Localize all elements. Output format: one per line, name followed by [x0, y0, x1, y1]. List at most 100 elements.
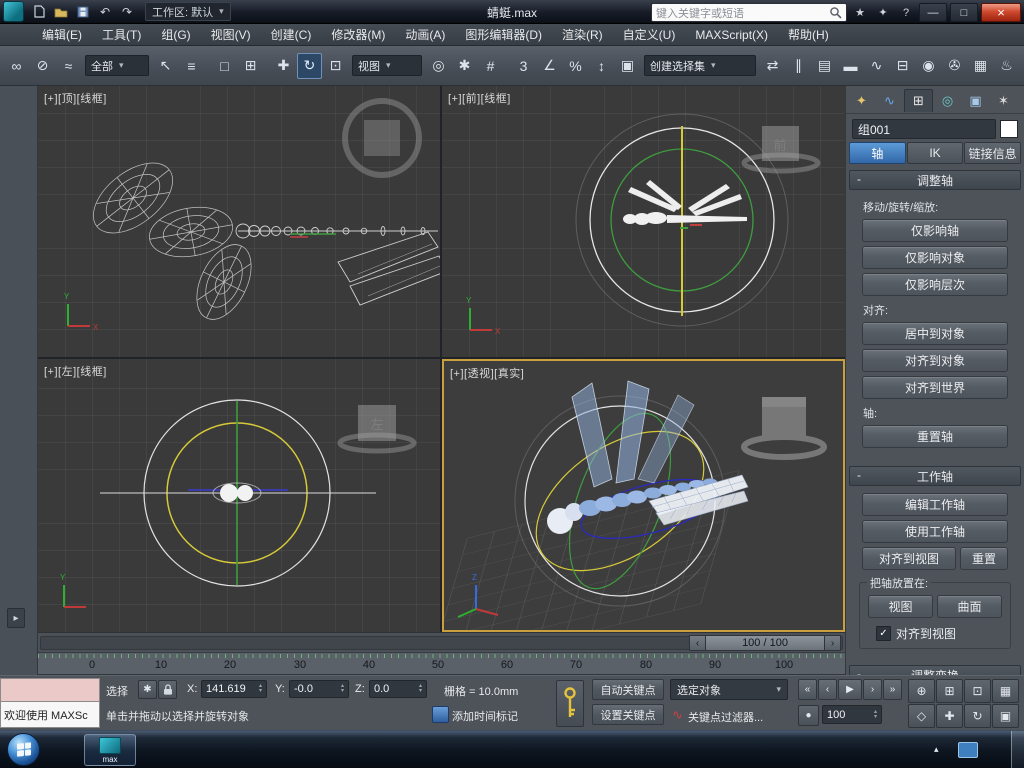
orbit-icon[interactable]: ↻: [964, 704, 991, 728]
affect-pivot-only-button[interactable]: 仅影响轴: [862, 219, 1008, 242]
edit-selection-sets-button[interactable]: ▣: [615, 53, 640, 79]
previous-frame-arrow[interactable]: ‹: [689, 635, 706, 651]
ik-subtab[interactable]: IK: [907, 142, 964, 164]
align-to-view-button[interactable]: 对齐到视图: [862, 547, 956, 570]
next-frame-button[interactable]: ›: [863, 679, 882, 700]
tray-display-icon[interactable]: [958, 742, 978, 758]
zoom-extents-icon[interactable]: ⊡: [964, 679, 991, 703]
mirror-button[interactable]: ⇄: [760, 53, 785, 79]
workspace-dropdown[interactable]: 工作区: 默认 ▾: [145, 2, 231, 21]
object-name-field[interactable]: 组001: [852, 119, 996, 139]
redo-button[interactable]: ↷: [117, 3, 137, 21]
link-info-subtab[interactable]: 链接信息: [964, 142, 1021, 164]
modify-tab[interactable]: ∿: [876, 90, 903, 112]
menu-group[interactable]: 组(G): [151, 24, 200, 46]
motion-tab[interactable]: ◎: [934, 90, 961, 112]
z-coordinate-field[interactable]: 0.0 ▴▾: [369, 680, 427, 698]
taskbar-3dsmax-button[interactable]: max: [84, 734, 136, 766]
expand-panel-button[interactable]: ▸: [7, 608, 25, 628]
viewport-left[interactable]: [+][左][线框] 左 Y: [38, 359, 440, 632]
align-to-object-button[interactable]: 对齐到对象: [862, 349, 1008, 372]
add-time-tag[interactable]: 添加时间标记: [452, 708, 518, 724]
go-to-end-button[interactable]: »: [883, 679, 902, 700]
menu-modifiers[interactable]: 修改器(M): [321, 24, 395, 46]
viewport-left-label[interactable]: [+][左][线框]: [44, 363, 107, 379]
viewcube[interactable]: [364, 120, 400, 156]
curve-editor-button[interactable]: ∿: [864, 53, 889, 79]
menu-edit[interactable]: 编辑(E): [32, 24, 92, 46]
utilities-tab[interactable]: ✶: [990, 90, 1017, 112]
maxscript-mini-listener[interactable]: 欢迎使用 MAXSc: [0, 702, 100, 728]
time-slider[interactable]: ‹ 100 / 100 ›: [38, 632, 845, 653]
select-and-scale-button[interactable]: ⊡: [323, 53, 348, 79]
schematic-view-button[interactable]: ⊟: [890, 53, 915, 79]
viewport-front-label[interactable]: [+][前][线框]: [448, 90, 511, 106]
start-button[interactable]: [7, 733, 40, 766]
save-file-button[interactable]: [73, 3, 93, 21]
close-button[interactable]: ×: [981, 3, 1021, 22]
use-working-pivot-button[interactable]: 使用工作轴: [862, 520, 1008, 543]
communication-center-icon[interactable]: ★: [850, 4, 870, 21]
x-coordinate-field[interactable]: 141.619 ▴▾: [201, 680, 267, 698]
select-and-link-button[interactable]: ∞: [4, 53, 29, 79]
affect-hierarchy-only-button[interactable]: 仅影响层次: [862, 273, 1008, 296]
reset-working-pivot-button[interactable]: 重置: [960, 547, 1008, 570]
field-of-view-icon[interactable]: ◇: [908, 704, 935, 728]
next-frame-arrow[interactable]: ›: [824, 635, 841, 651]
tray-expand-icon[interactable]: ▴: [934, 744, 939, 755]
place-surface-button[interactable]: 曲面: [937, 595, 1002, 618]
rendered-frame-button[interactable]: ▦: [968, 53, 993, 79]
search-input[interactable]: 键入关键字或短语: [651, 3, 847, 22]
y-coordinate-field[interactable]: -0.0 ▴▾: [289, 680, 349, 698]
display-tab[interactable]: ▣: [962, 90, 989, 112]
menu-help[interactable]: 帮助(H): [778, 24, 839, 46]
keyboard-override-button[interactable]: #: [478, 53, 503, 79]
layer-manager-button[interactable]: ▤: [812, 53, 837, 79]
zoom-extents-all-icon[interactable]: ▦: [992, 679, 1019, 703]
go-to-start-button[interactable]: «: [798, 679, 817, 700]
reference-coordinate-dropdown[interactable]: 视图 ▾: [352, 55, 422, 76]
minimize-button[interactable]: —: [919, 3, 947, 22]
viewport-front[interactable]: [+][前][线框] 前: [442, 86, 845, 357]
rect-selection-region-button[interactable]: □: [212, 53, 237, 79]
set-key-mode-button[interactable]: 设置关键点: [592, 704, 664, 725]
spinner-snap-button[interactable]: ↕: [589, 53, 614, 79]
app-icon[interactable]: [3, 1, 24, 22]
time-slider-handle[interactable]: ‹ 100 / 100 ›: [689, 635, 841, 651]
current-frame-field[interactable]: 100 ▴▾: [822, 705, 882, 724]
select-and-manipulate-button[interactable]: ✱: [452, 53, 477, 79]
align-to-view-checkbox[interactable]: ✓: [876, 626, 891, 641]
open-file-button[interactable]: [51, 3, 71, 21]
create-tab[interactable]: ✦: [848, 90, 875, 112]
render-production-button[interactable]: ♨: [994, 53, 1019, 79]
menu-customize[interactable]: 自定义(U): [613, 24, 686, 46]
select-and-move-button[interactable]: ✚: [271, 53, 296, 79]
show-desktop-button[interactable]: [1011, 731, 1024, 768]
menu-animation[interactable]: 动画(A): [395, 24, 455, 46]
edit-working-pivot-button[interactable]: 编辑工作轴: [862, 493, 1008, 516]
current-frame-display[interactable]: 100 / 100: [706, 635, 824, 651]
menu-graph-editors[interactable]: 图形编辑器(D): [455, 24, 552, 46]
place-view-button[interactable]: 视图: [868, 595, 933, 618]
ribbon-toggle-button[interactable]: ▬: [838, 53, 863, 79]
select-object-button[interactable]: ↖: [153, 53, 178, 79]
maximize-viewport-icon[interactable]: ▣: [992, 704, 1019, 728]
material-editor-button[interactable]: ◉: [916, 53, 941, 79]
menu-rendering[interactable]: 渲染(R): [552, 24, 613, 46]
hierarchy-tab[interactable]: ⊞: [904, 89, 933, 112]
previous-frame-button[interactable]: ‹: [818, 679, 837, 700]
menu-create[interactable]: 创建(C): [261, 24, 322, 46]
menu-views[interactable]: 视图(V): [201, 24, 261, 46]
zoom-icon[interactable]: ⊕: [908, 679, 935, 703]
favorites-icon[interactable]: ✦: [873, 4, 893, 21]
use-pivot-point-button[interactable]: ◎: [426, 53, 451, 79]
selection-lock-icon[interactable]: [158, 680, 177, 699]
pan-icon[interactable]: ✚: [936, 704, 963, 728]
align-to-world-button[interactable]: 对齐到世界: [862, 376, 1008, 399]
play-button[interactable]: ▶: [838, 679, 862, 700]
viewport-top-label[interactable]: [+][顶][线框]: [44, 90, 107, 106]
set-keys-button[interactable]: [556, 680, 584, 727]
auto-key-button[interactable]: 自动关键点: [592, 679, 664, 700]
bind-to-space-warp-button[interactable]: ≈: [56, 53, 81, 79]
object-color-swatch[interactable]: [1000, 120, 1018, 138]
